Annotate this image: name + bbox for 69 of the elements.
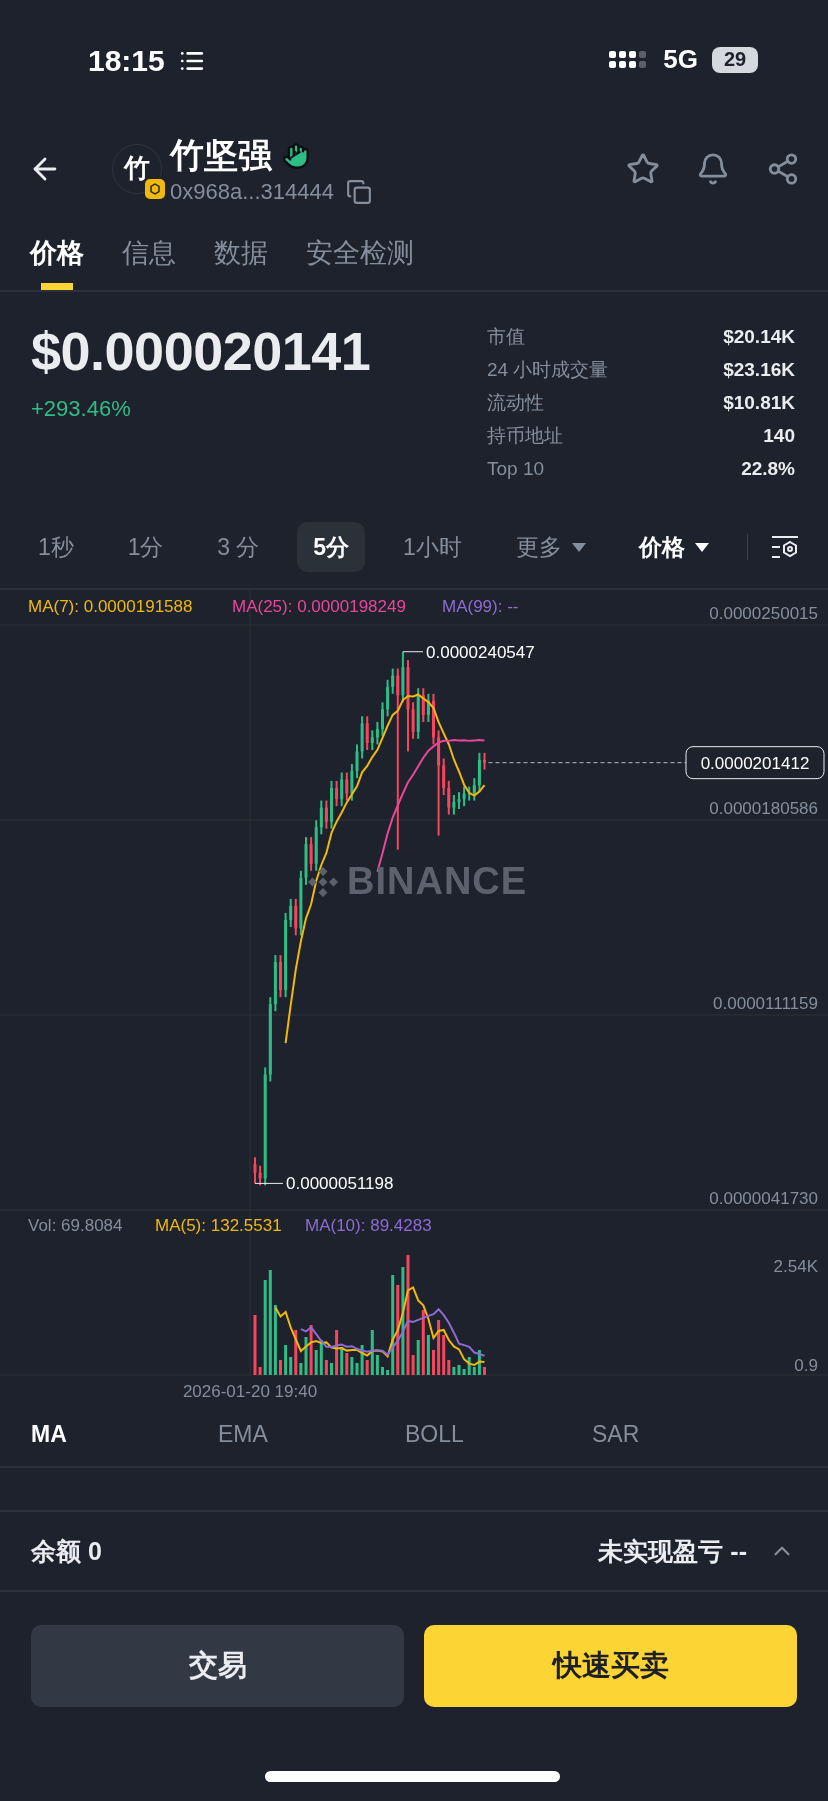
- stat-label: 流动性: [487, 390, 544, 415]
- volume-bar: [483, 1367, 486, 1375]
- volume-bar: [330, 1363, 333, 1375]
- volume-axis-label: 2.54K: [773, 1257, 818, 1276]
- status-time: 18:15: [88, 44, 165, 78]
- dropdown-button[interactable]: 价格: [623, 522, 726, 572]
- chart-watermark: BINANCE: [347, 860, 528, 903]
- star-icon[interactable]: [626, 151, 660, 186]
- candle: [330, 780, 333, 829]
- price-axis-label: 0.0000041730: [709, 1189, 818, 1208]
- indicator-tab[interactable]: BOLL: [405, 1421, 464, 1447]
- indicator-tab[interactable]: MA: [31, 1421, 67, 1447]
- interval-tab[interactable]: 1分: [111, 522, 180, 572]
- current-price-tag: 0.0000201412: [685, 746, 825, 780]
- moving-average-label: MA(25): 0.0000198249: [232, 597, 406, 616]
- volume-legend-label: MA(5): 132.5531: [155, 1216, 282, 1235]
- volume-bar: [279, 1360, 282, 1375]
- quick-trade-button[interactable]: 快速买卖: [424, 1625, 797, 1707]
- stat-value: $10.81K: [723, 391, 795, 414]
- trade-button[interactable]: 交易: [31, 1625, 404, 1707]
- stat-value: 140: [763, 424, 795, 447]
- stat-label: 24 小时成交量: [487, 357, 609, 382]
- volume-bar: [381, 1367, 384, 1375]
- interval-tab[interactable]: 3 分: [201, 522, 276, 572]
- price-axis-label: 0.0000111159: [713, 994, 818, 1013]
- caret-icon: [695, 542, 710, 552]
- price-axis-label: 0.0000180586: [709, 799, 818, 818]
- stat-value: 22.8%: [741, 457, 795, 480]
- volume-legend-label: MA(10): 89.4283: [305, 1216, 432, 1235]
- battery-level: 29: [712, 46, 758, 73]
- price-change: +293.46%: [31, 396, 132, 422]
- interval-tab[interactable]: 1小时: [386, 522, 478, 572]
- copy-icon[interactable]: [345, 178, 372, 205]
- interval-tab[interactable]: 5分: [297, 522, 366, 572]
- hand-icon: [282, 141, 310, 170]
- time-axis-label: 2026-01-20 19:40: [182, 1382, 318, 1401]
- bell-icon[interactable]: [696, 151, 730, 186]
- share-icon[interactable]: [766, 151, 800, 186]
- stat-value: $20.14K: [723, 325, 795, 348]
- token-price: $0.000020141: [31, 320, 371, 382]
- stat-label: Top 10: [487, 457, 545, 480]
- indicator-tab[interactable]: SAR: [592, 1421, 640, 1447]
- price-axis-label: 0.0000250015: [709, 604, 818, 623]
- tab[interactable]: 价格: [30, 215, 84, 290]
- tab[interactable]: 信息: [122, 215, 176, 290]
- volume-axis-label: 0.9: [794, 1356, 818, 1375]
- dropdown-button[interactable]: 更多: [499, 522, 602, 572]
- candle: [432, 693, 435, 745]
- candle: [279, 955, 282, 998]
- candle: [381, 702, 384, 736]
- balance-label: 余额 0: [31, 1535, 102, 1567]
- unrealized-pnl-label: 未实现盈亏 --: [598, 1535, 747, 1567]
- volume-bar: [432, 1350, 435, 1375]
- moving-average-label: MA(7): 0.0000191588: [28, 597, 193, 616]
- indicator-tab[interactable]: EMA: [218, 1421, 268, 1447]
- tab[interactable]: 数据: [214, 215, 268, 290]
- chart-settings-icon[interactable]: [770, 534, 800, 560]
- network-label: 5G: [663, 44, 698, 75]
- caret-icon: [571, 542, 586, 552]
- contract-address: 0x968a...314444: [170, 178, 334, 205]
- candle: [483, 752, 486, 770]
- interval-tab[interactable]: 1秒: [22, 522, 90, 572]
- stat-value: $23.16K: [723, 358, 795, 381]
- moving-average-label: MA(99): --: [442, 597, 519, 616]
- tab[interactable]: 安全检测: [306, 215, 414, 290]
- stat-label: 持币地址: [487, 423, 563, 448]
- volume-legend-label: Vol: 69.8084: [28, 1216, 123, 1235]
- token-name: 竹坚强: [170, 134, 272, 176]
- stat-label: 市值: [487, 324, 525, 349]
